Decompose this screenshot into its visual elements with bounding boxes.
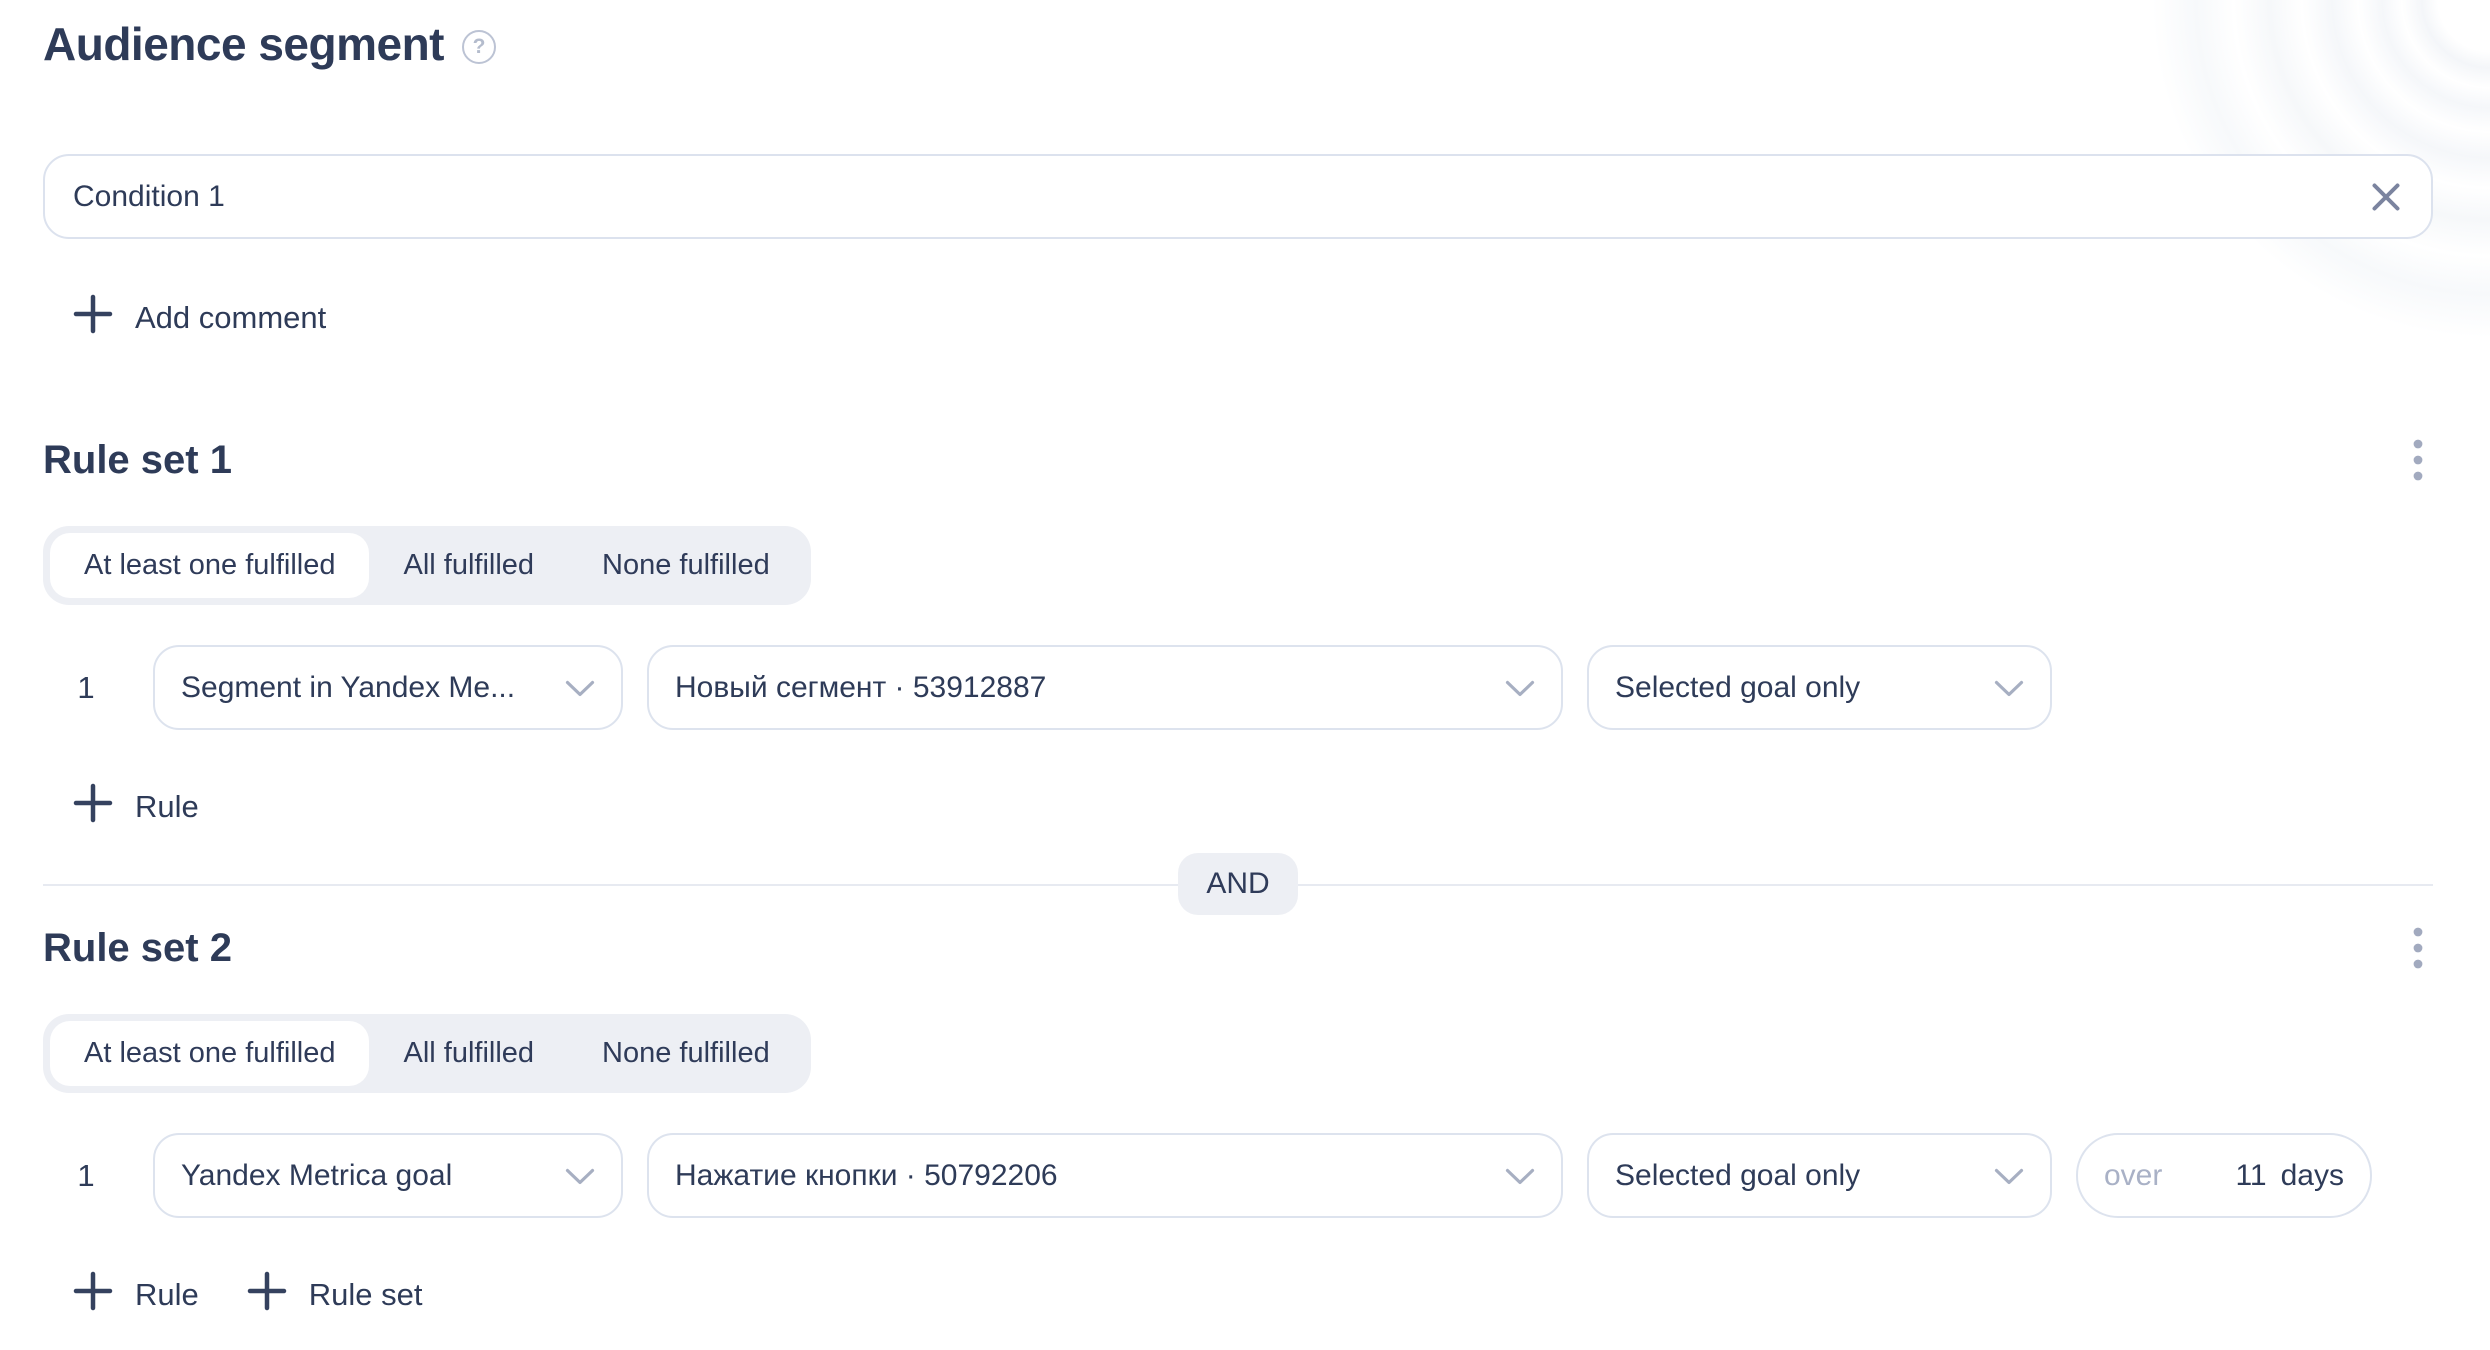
rule-value-text: Новый сегмент · 53912887	[675, 671, 1505, 705]
chevron-down-icon	[1505, 1159, 1535, 1193]
kebab-menu-icon[interactable]	[2411, 437, 2425, 483]
kebab-menu-icon[interactable]	[2411, 925, 2425, 971]
plus-icon	[73, 294, 113, 342]
add-comment-label: Add comment	[135, 300, 326, 336]
match-option-all[interactable]: All fulfilled	[369, 1021, 568, 1086]
goal-scope-dropdown[interactable]: Selected goal only	[1587, 645, 2052, 730]
rule-value-text: Нажатие кнопки · 50792206	[675, 1159, 1505, 1193]
match-option-none[interactable]: None fulfilled	[568, 533, 804, 598]
rule-type-value: Yandex Metrica goal	[181, 1159, 565, 1193]
goal-scope-dropdown[interactable]: Selected goal only	[1587, 1133, 2052, 1218]
rule-type-dropdown[interactable]: Yandex Metrica goal	[153, 1133, 623, 1218]
add-rule-button[interactable]: Rule	[73, 785, 199, 829]
add-rule-label: Rule	[135, 1277, 199, 1313]
match-type-switch: At least one fulfilled All fulfilled Non…	[43, 1014, 811, 1093]
period-prefix-label: over	[2104, 1159, 2162, 1193]
goal-scope-value: Selected goal only	[1615, 1159, 1994, 1193]
page-title: Audience segment	[43, 16, 444, 72]
match-option-at-least-one[interactable]: At least one fulfilled	[50, 1021, 369, 1086]
rule-set-2: Rule set 2 At least one fulfilled All fu…	[43, 923, 2433, 1317]
audience-segment-panel: Audience segment ? Condition 1 Add comme…	[0, 0, 2490, 1317]
match-type-switch: At least one fulfilled All fulfilled Non…	[43, 526, 811, 605]
match-option-none[interactable]: None fulfilled	[568, 1021, 804, 1086]
and-operator-pill: AND	[1178, 853, 1297, 915]
rule-type-value: Segment in Yandex Me...	[181, 671, 565, 705]
and-divider: AND	[43, 853, 2433, 915]
condition-name-input[interactable]: Condition 1	[43, 154, 2433, 239]
chevron-down-icon	[565, 671, 595, 705]
rule-row: 1 Segment in Yandex Me... Новый сегмент …	[43, 645, 2433, 730]
rule-index: 1	[43, 670, 129, 706]
add-rule-set-label: Rule set	[309, 1277, 423, 1313]
rule-value-dropdown[interactable]: Новый сегмент · 53912887	[647, 645, 1563, 730]
clear-icon[interactable]	[2369, 180, 2403, 214]
rule-set-title: Rule set 1	[43, 435, 232, 485]
rule-type-dropdown[interactable]: Segment in Yandex Me...	[153, 645, 623, 730]
add-rule-button[interactable]: Rule	[73, 1273, 199, 1317]
chevron-down-icon	[565, 1159, 595, 1193]
plus-icon	[247, 1271, 287, 1319]
condition-name-value: Condition 1	[73, 180, 2369, 214]
help-icon[interactable]: ?	[462, 30, 496, 64]
rule-set-1: Rule set 1 At least one fulfilled All fu…	[43, 435, 2433, 829]
match-option-all[interactable]: All fulfilled	[369, 533, 568, 598]
add-comment-button[interactable]: Add comment	[73, 296, 326, 340]
rule-value-dropdown[interactable]: Нажатие кнопки · 50792206	[647, 1133, 1563, 1218]
goal-scope-value: Selected goal only	[1615, 671, 1994, 705]
rule-index: 1	[43, 1158, 129, 1194]
rule-set-title: Rule set 2	[43, 923, 232, 973]
chevron-down-icon	[1994, 1159, 2024, 1193]
plus-icon	[73, 783, 113, 831]
add-rule-set-button[interactable]: Rule set	[247, 1273, 423, 1317]
add-rule-label: Rule	[135, 789, 199, 825]
rule-row: 1 Yandex Metrica goal Нажатие кнопки · 5…	[43, 1133, 2433, 1218]
chevron-down-icon	[1505, 671, 1535, 705]
chevron-down-icon	[1994, 671, 2024, 705]
match-option-at-least-one[interactable]: At least one fulfilled	[50, 533, 369, 598]
plus-icon	[73, 1271, 113, 1319]
period-unit-label: days	[2281, 1159, 2344, 1193]
page-header: Audience segment ?	[43, 16, 2433, 72]
period-field[interactable]: over 11 days	[2076, 1133, 2372, 1218]
period-value: 11	[2235, 1159, 2266, 1193]
